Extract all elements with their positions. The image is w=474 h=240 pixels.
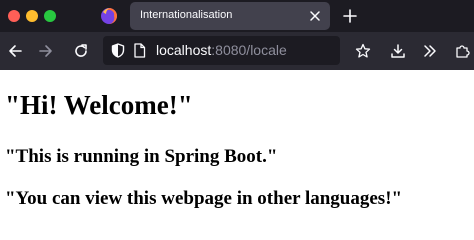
- close-icon[interactable]: [308, 9, 322, 23]
- shield-icon[interactable]: [111, 43, 125, 58]
- plus-icon[interactable]: [342, 8, 358, 24]
- tab-active[interactable]: Internationalisation: [130, 2, 330, 30]
- chevron-double-right-icon[interactable]: [422, 43, 438, 59]
- page-content: "Hi! Welcome!" "This is running in Sprin…: [0, 70, 474, 223]
- url-text[interactable]: localhost:8080/locale: [156, 42, 287, 58]
- arrow-left-icon[interactable]: [7, 43, 23, 59]
- page-icon[interactable]: [133, 43, 146, 58]
- tab-strip: Internationalisation: [0, 0, 474, 32]
- window-minimize-button[interactable]: [26, 10, 38, 22]
- navigation-toolbar: localhost:8080/locale: [0, 32, 474, 70]
- address-bar[interactable]: localhost:8080/locale: [103, 36, 340, 65]
- url-path: :8080/locale: [211, 42, 287, 58]
- browser-window: Internationalisation localhost:8080/loca…: [0, 0, 474, 223]
- window-zoom-button[interactable]: [44, 10, 56, 22]
- firefox-icon[interactable]: [100, 7, 118, 25]
- download-icon[interactable]: [390, 43, 406, 59]
- window-close-button[interactable]: [8, 10, 20, 22]
- tab-title: Internationalisation: [140, 9, 233, 21]
- languages-message: "You can view this webpage in other lang…: [5, 188, 403, 209]
- star-icon[interactable]: [355, 43, 371, 59]
- puzzle-icon[interactable]: [454, 43, 470, 59]
- welcome-heading: "Hi! Welcome!": [5, 90, 193, 120]
- reload-icon[interactable]: [73, 43, 89, 59]
- arrow-right-icon[interactable]: [38, 43, 54, 59]
- url-host: localhost: [156, 42, 212, 58]
- spring-boot-message: "This is running in Spring Boot.": [5, 146, 278, 167]
